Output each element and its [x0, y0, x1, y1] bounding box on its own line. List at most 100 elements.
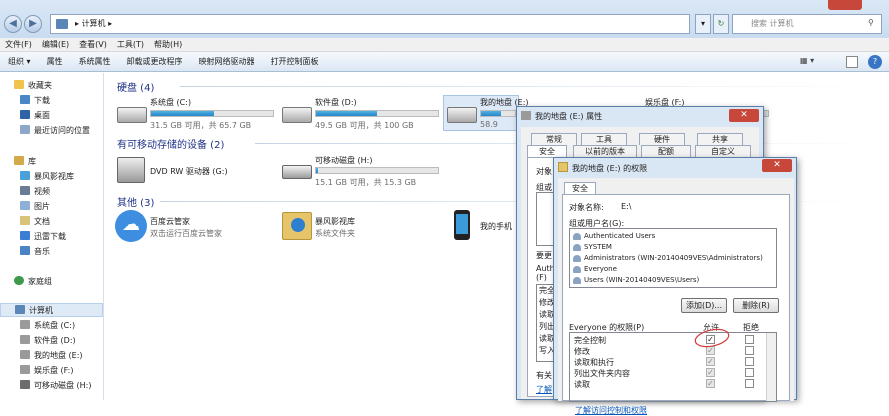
close-icon[interactable] — [828, 0, 862, 10]
sidebar-drive-c[interactable]: 系统盘 (C:) — [20, 319, 75, 333]
organize-button[interactable]: 组织 ▾ — [0, 52, 39, 72]
video-library-icon — [20, 171, 30, 180]
user-authenticated[interactable]: Authenticated Users — [570, 231, 776, 242]
tab-tools[interactable]: 工具 — [581, 133, 627, 145]
sidebar-item-pictures[interactable]: 图片 — [20, 200, 50, 214]
baofeng-name[interactable]: 暴风影视库 — [315, 216, 355, 227]
control-panel-button[interactable]: 打开控制面板 — [263, 52, 327, 72]
sidebar-drive-d[interactable]: 软件盘 (D:) — [20, 334, 76, 348]
view-options-icon[interactable]: ▦ ▾ — [800, 56, 828, 68]
library-icon — [14, 156, 24, 165]
drive-d-name[interactable]: 软件盘 (D:) — [315, 97, 357, 108]
tab-general[interactable]: 常规 — [531, 133, 577, 145]
computer-icon — [15, 305, 25, 314]
star-icon — [14, 80, 24, 89]
permissions-close-button[interactable]: ✕ — [762, 159, 792, 172]
properties-close-button[interactable]: ✕ — [729, 109, 759, 122]
tab-security[interactable]: 安全 — [527, 145, 567, 157]
user-everyone[interactable]: Everyone — [570, 264, 776, 275]
tab-sharing[interactable]: 共享 — [697, 133, 743, 145]
deny-read-checkbox[interactable] — [745, 379, 754, 388]
user-users[interactable]: Users (WIN-20140409VES\Users) — [570, 275, 776, 286]
sidebar-drive-e[interactable]: 我的地盘 (E:) — [20, 349, 83, 363]
deny-list-folder-checkbox[interactable] — [745, 368, 754, 377]
sidebar-drive-f[interactable]: 娱乐盘 (F:) — [20, 364, 73, 378]
my-phone-name[interactable]: 我的手机 — [480, 221, 512, 232]
deny-full-control-checkbox[interactable] — [745, 335, 754, 344]
menu-edit[interactable]: 编辑(E) — [37, 38, 74, 52]
drive-h-usage-bar — [315, 167, 439, 174]
add-button[interactable]: 添加(D)... — [681, 298, 727, 313]
drive-c-name[interactable]: 系统盘 (C:) — [150, 97, 191, 108]
address-bar[interactable]: ▸ 计算机 ▸ — [50, 14, 690, 34]
dvd-drive-icon — [117, 157, 145, 183]
perm-modify: 修改 — [574, 347, 590, 356]
help-icon[interactable]: ? — [868, 55, 882, 69]
dvd-drive-name[interactable]: DVD RW 驱动器 (G:) — [150, 166, 228, 177]
object-name-value: E:\ — [621, 202, 632, 211]
menu-help[interactable]: 帮助(H) — [149, 38, 187, 52]
sidebar-item-documents[interactable]: 文档 — [20, 215, 50, 229]
map-drive-button[interactable]: 映射网络驱动器 — [191, 52, 263, 72]
deny-modify-checkbox[interactable] — [745, 346, 754, 355]
sidebar-library[interactable]: 库 — [14, 155, 36, 169]
folder-icon — [282, 212, 312, 240]
sidebar-favorites[interactable]: 收藏夹 — [14, 79, 52, 93]
sidebar-computer[interactable]: 计算机 — [0, 303, 103, 317]
tab-quota[interactable]: 配额 — [641, 145, 691, 157]
properties-button[interactable]: 属性 — [39, 52, 71, 72]
drive-h-name[interactable]: 可移动磁盘 (H:) — [315, 155, 373, 166]
sidebar-homegroup[interactable]: 家庭组 — [14, 275, 52, 289]
sidebar-item-recent[interactable]: 最近访问的位置 — [20, 124, 90, 138]
learn-access-control-link[interactable]: 了解访问控制和权限 — [575, 405, 647, 416]
sidebar-item-thunder[interactable]: 迅雷下载 — [20, 230, 66, 244]
sidebar-item-music[interactable]: 音乐 — [20, 245, 50, 259]
baidu-cloud-icon: ☁ — [115, 210, 147, 242]
group-other-header[interactable]: 其他 (3) — [117, 194, 154, 209]
drive-icon — [20, 365, 30, 374]
menu-file[interactable]: 文件(F) — [0, 38, 37, 52]
sidebar-item-videos[interactable]: 视频 — [20, 185, 50, 199]
sidebar-item-baofeng[interactable]: 暴风影视库 — [20, 170, 74, 184]
deny-read-execute-checkbox[interactable] — [745, 357, 754, 366]
search-input[interactable]: 搜索 计算机 — [732, 14, 882, 34]
group-removable-header[interactable]: 有可移动存储的设备 (2) — [117, 136, 224, 151]
perm-list-folder: 列出文件夹内容 — [574, 369, 630, 378]
object-name-label: 对象名称: — [569, 203, 604, 212]
sidebar-drive-h[interactable]: 可移动磁盘 (H:) — [20, 379, 92, 393]
drive-d-icon — [282, 107, 312, 123]
back-button[interactable]: ◀ — [4, 15, 22, 33]
menu-tools[interactable]: 工具(T) — [112, 38, 149, 52]
computer-icon — [56, 19, 68, 29]
address-dropdown-icon[interactable]: ▾ — [695, 14, 711, 34]
menu-bar: 文件(F) 编辑(E) 查看(V) 工具(T) 帮助(H) — [0, 38, 889, 52]
baofeng-sub: 系统文件夹 — [315, 229, 355, 238]
allow-list-folder-checkbox[interactable]: ✓ — [706, 368, 715, 377]
user-system[interactable]: SYSTEM — [570, 242, 776, 253]
sidebar-item-downloads[interactable]: 下载 — [20, 94, 50, 108]
baidu-cloud-name[interactable]: 百度云管家 — [150, 216, 190, 227]
music-icon — [20, 246, 30, 255]
allow-read-execute-checkbox[interactable]: ✓ — [706, 357, 715, 366]
group-hdd-header[interactable]: 硬盘 (4) — [117, 79, 154, 94]
sidebar-item-desktop[interactable]: 桌面 — [20, 109, 50, 123]
allow-read-checkbox[interactable]: ✓ — [706, 379, 715, 388]
drive-d-size: 49.5 GB 可用，共 100 GB — [315, 121, 414, 130]
remove-button[interactable]: 删除(R) — [733, 298, 779, 313]
tab-customize[interactable]: 自定义 — [695, 145, 751, 157]
tab-previous-versions[interactable]: 以前的版本 — [573, 145, 637, 157]
preview-pane-icon[interactable] — [846, 56, 858, 68]
user-administrators[interactable]: Administrators (WIN-20140409VES\Administ… — [570, 253, 776, 264]
learn-more-link[interactable]: 了解 — [536, 384, 552, 395]
menu-view[interactable]: 查看(V) — [74, 38, 112, 52]
group-user-list[interactable]: Authenticated Users SYSTEM Administrator… — [569, 228, 777, 288]
properties-title: 我的地盘 (E:) 属性 — [535, 112, 603, 121]
permission-scrollbar[interactable] — [766, 333, 776, 401]
refresh-icon[interactable]: ↻ — [713, 14, 729, 34]
uninstall-button[interactable]: 卸载或更改程序 — [119, 52, 191, 72]
system-properties-button[interactable]: 系统属性 — [71, 52, 119, 72]
tab-hardware[interactable]: 硬件 — [639, 133, 685, 145]
change-label: 要更 — [536, 251, 552, 260]
forward-button[interactable]: ▶ — [24, 15, 42, 33]
tab-security[interactable]: 安全 — [564, 182, 596, 194]
